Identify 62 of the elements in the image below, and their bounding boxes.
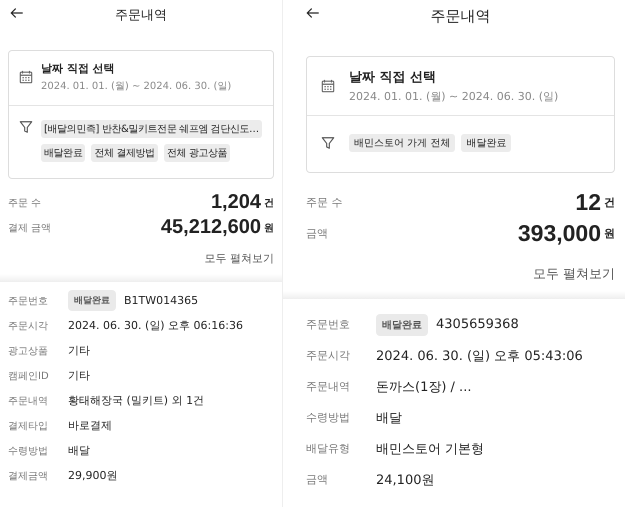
filter-chip[interactable]: 전체 광고상품 bbox=[164, 144, 230, 162]
summary-unit: 건 bbox=[264, 196, 274, 210]
field-value: 배달 bbox=[68, 443, 90, 458]
field-label: 배달유형 bbox=[306, 441, 351, 456]
date-range: 2024. 01. 01. (월) ~ 2024. 06. 30. (일) bbox=[41, 80, 232, 93]
summary-value: 1,204 bbox=[210, 191, 261, 214]
field-value: 배달 bbox=[376, 410, 402, 426]
filter-chip[interactable]: 배달완료 bbox=[461, 134, 512, 152]
expand-all-link[interactable]: 모두 펼쳐보기 bbox=[532, 265, 615, 283]
filter-icon bbox=[19, 120, 33, 134]
filter-chip[interactable]: 전체 결제방법 bbox=[91, 144, 158, 162]
field-value: 24,100원 bbox=[376, 472, 434, 488]
status-badge: 배달완료 bbox=[376, 314, 428, 336]
field-label: 결제타입 bbox=[8, 420, 49, 432]
filter-chip[interactable]: 배민스토어 가게 전체 bbox=[349, 134, 456, 152]
field-label: 주문시각 bbox=[8, 320, 49, 332]
calendar-icon bbox=[321, 79, 335, 93]
field-value: 바로결제 bbox=[68, 418, 112, 433]
filter-chip[interactable]: [배달의민족] 반찬&밀키트전문 쉐프엠 검단신도… bbox=[41, 120, 262, 138]
date-filter-label[interactable]: 날짜 직접 선택 bbox=[349, 68, 558, 86]
summary-unit: 건 bbox=[604, 195, 615, 210]
field-label: 수령방법 bbox=[8, 444, 49, 458]
summary-label: 주문 수 bbox=[8, 196, 42, 210]
field-label: 주문번호 bbox=[306, 317, 351, 332]
field-value: 기타 bbox=[68, 368, 90, 383]
date-filter-label[interactable]: 날짜 직접 선택 bbox=[41, 61, 232, 76]
field-value: B1TW014365 bbox=[124, 294, 198, 307]
field-label: 주문내역 bbox=[8, 394, 49, 408]
summary-unit: 원 bbox=[264, 222, 274, 234]
filter-icon bbox=[321, 136, 335, 150]
summary-label: 주문 수 bbox=[306, 195, 342, 210]
field-label: 금액 bbox=[306, 472, 329, 487]
date-range: 2024. 01. 01. (월) ~ 2024. 06. 30. (일) bbox=[349, 89, 558, 104]
field-label: 결제금액 bbox=[8, 470, 49, 482]
summary-unit: 원 bbox=[604, 226, 615, 241]
screen-title: 주문내역 bbox=[115, 7, 167, 24]
field-label: 수령방법 bbox=[306, 410, 351, 425]
back-arrow-icon[interactable] bbox=[10, 6, 24, 20]
back-arrow-icon[interactable] bbox=[306, 6, 320, 20]
summary-label: 금액 bbox=[306, 226, 328, 241]
field-label: 주문번호 bbox=[8, 294, 49, 308]
summary-label: 결제 금액 bbox=[8, 222, 52, 234]
field-value: 기타 bbox=[68, 343, 90, 358]
field-value: 배민스토어 기본형 bbox=[376, 440, 484, 458]
field-value: 돈까스(1장) / ... bbox=[376, 378, 472, 396]
status-badge: 배달완료 bbox=[68, 290, 116, 311]
field-value: 2024. 06. 30. (일) 오후 06:16:36 bbox=[68, 318, 243, 333]
filter-chip[interactable]: 배달완료 bbox=[41, 144, 86, 162]
field-value: 29,900원 bbox=[68, 468, 118, 483]
field-label: 캠페인ID bbox=[8, 370, 50, 382]
field-value: 2024. 06. 30. (일) 오후 05:43:06 bbox=[376, 348, 583, 364]
expand-all-link[interactable]: 모두 펼쳐보기 bbox=[204, 251, 274, 266]
field-label: 주문시각 bbox=[306, 348, 351, 363]
field-value: 4305659368 bbox=[436, 317, 519, 332]
summary-value: 393,000 bbox=[518, 220, 601, 247]
field-value: 황태해장국 (밀키트) 외 1건 bbox=[68, 393, 204, 408]
summary-value: 45,212,600 bbox=[160, 216, 261, 239]
field-label: 주문내역 bbox=[306, 379, 351, 394]
field-label: 광고상품 bbox=[8, 344, 49, 358]
screen-title: 주문내역 bbox=[430, 6, 490, 26]
calendar-icon bbox=[19, 70, 33, 84]
summary-value: 12 bbox=[575, 189, 601, 216]
